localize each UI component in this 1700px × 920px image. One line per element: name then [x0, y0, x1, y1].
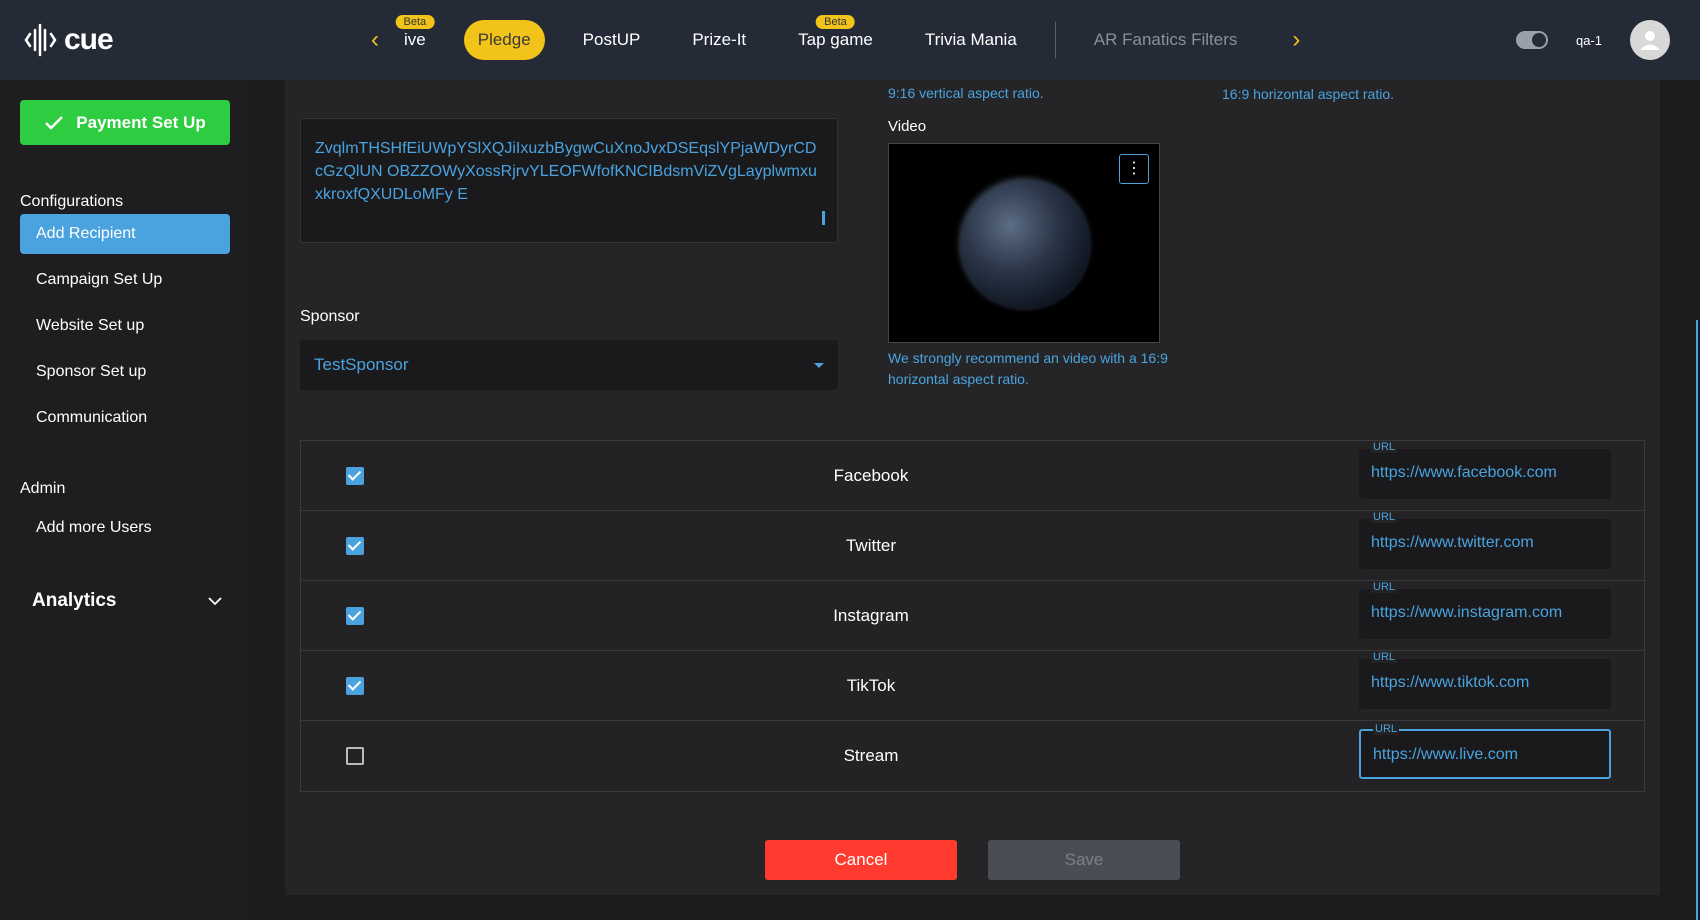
chevron-down-icon: [208, 597, 222, 605]
user-name[interactable]: qa-1: [1576, 33, 1602, 48]
nav-tab-tap-game[interactable]: Tap game Beta: [784, 15, 887, 60]
nav-tab-label: Pledge: [477, 30, 531, 49]
user-area: qa-1: [1515, 20, 1670, 60]
twitter-url-input[interactable]: URL https://www.twitter.com: [1359, 511, 1611, 569]
payment-setup-button[interactable]: Payment Set Up: [20, 100, 230, 145]
description-textarea[interactable]: ZvqlmTHSHfEiUWpYSlXQJiIxuzbBygwCuXnoJvxD…: [300, 118, 838, 243]
main-panel: ZvqlmTHSHfEiUWpYSlXQJiIxuzbBygwCuXnoJvxD…: [285, 80, 1660, 895]
nav-tab-label: AR Fanatics Filters: [1093, 30, 1238, 49]
nav-tab-label: PostUP: [582, 30, 641, 49]
cancel-button[interactable]: Cancel: [765, 840, 957, 880]
nav-tab-trivia-mania[interactable]: Trivia Mania: [911, 20, 1031, 60]
save-button[interactable]: Save: [988, 840, 1180, 880]
theme-toggle-icon[interactable]: [1515, 31, 1548, 49]
url-value: https://www.live.com: [1373, 746, 1518, 763]
sidebar-item-sponsor-set-up[interactable]: Sponsor Set up: [20, 352, 230, 392]
nav-tab-label: Trivia Mania: [924, 30, 1017, 49]
url-value: https://www.tiktok.com: [1371, 674, 1530, 691]
video-label: Video: [888, 118, 927, 135]
nav-next-arrow-icon[interactable]: ›: [1281, 26, 1311, 54]
url-value: https://www.facebook.com: [1371, 464, 1557, 481]
vertical-ratio-note: 9:16 vertical aspect ratio.: [888, 85, 1044, 101]
url-field-label: URL: [1371, 581, 1398, 593]
url-field-label: URL: [1371, 651, 1398, 663]
sponsor-select[interactable]: TestSponsor: [300, 340, 838, 390]
video-preview[interactable]: ⋮: [888, 143, 1160, 343]
url-value: https://www.twitter.com: [1371, 534, 1534, 551]
nav-divider: [1054, 22, 1056, 58]
horizontal-ratio-note: 16:9 horizontal aspect ratio.: [1222, 86, 1394, 102]
beta-badge: Beta: [395, 15, 435, 29]
sidebar-item-communication[interactable]: Communication: [20, 398, 230, 438]
social-row-facebook: Facebook URL https://www.facebook.com: [301, 441, 1644, 511]
nav-tab-label: ive: [404, 30, 426, 49]
instagram-url-input[interactable]: URL https://www.instagram.com: [1359, 581, 1611, 639]
social-links-table: Facebook URL https://www.facebook.com Twitt…: [300, 440, 1645, 792]
social-name: Twitter: [845, 536, 897, 555]
social-row-instagram: Instagram URL https://www.instagram.com: [301, 581, 1644, 651]
nav-tab-label: Prize-It: [692, 30, 747, 49]
textarea-scrollbar[interactable]: [822, 211, 825, 225]
sponsor-value: TestSponsor: [314, 355, 409, 374]
earth-thumbnail: [961, 180, 1091, 310]
facebook-url-input[interactable]: URL https://www.facebook.com: [1359, 441, 1611, 499]
sidebar-item-campaign-set-up[interactable]: Campaign Set Up: [20, 260, 230, 300]
caret-down-icon: [814, 362, 824, 368]
social-name: Stream: [843, 746, 899, 765]
analytics-label: Analytics: [32, 590, 117, 611]
cue-logo[interactable]: cue: [24, 20, 114, 60]
description-text: ZvqlmTHSHfEiUWpYSlXQJiIxuzbBygwCuXnoJvxD…: [315, 140, 817, 203]
nav-tab-pledge[interactable]: Pledge: [463, 20, 545, 60]
url-field-label: URL: [1371, 441, 1398, 453]
nav-tab-postup[interactable]: PostUP: [569, 20, 655, 60]
beta-badge: Beta: [816, 15, 855, 29]
avatar[interactable]: [1630, 20, 1670, 60]
tiktok-url-input[interactable]: URL https://www.tiktok.com: [1359, 651, 1611, 709]
game-nav: ‹ ive Beta Pledge PostUP Prize-It Tap game Bet…: [360, 15, 1311, 62]
user-icon: [1640, 31, 1660, 50]
sidebar-item-add-more-users[interactable]: Add more Users: [20, 508, 230, 548]
sidebar: Payment Set Up Configurations Add Recipi…: [0, 80, 250, 920]
social-row-twitter: Twitter URL https://www.twitter.com: [301, 511, 1644, 581]
social-row-stream: Stream URL https://www.live.com: [301, 721, 1644, 791]
logo-text: cue: [64, 23, 114, 56]
analytics-toggle[interactable]: Analytics: [32, 590, 222, 612]
social-row-tiktok: TikTok URL https://www.tiktok.com: [301, 651, 1644, 721]
sidebar-item-website-set-up[interactable]: Website Set up: [20, 306, 230, 346]
top-navbar: cue ‹ ive Beta Pledge PostUP Prize-It Tap gam…: [0, 0, 1700, 80]
payment-setup-label: Payment Set Up: [76, 112, 206, 132]
nav-tab-ive[interactable]: ive Beta: [390, 15, 440, 60]
sponsor-label: Sponsor: [300, 308, 360, 325]
more-options-icon[interactable]: ⋮: [1119, 154, 1149, 184]
sidebar-item-add-recipient[interactable]: Add Recipient: [20, 214, 230, 254]
configurations-heading: Configurations: [20, 193, 124, 210]
url-field-label: URL: [1373, 723, 1400, 735]
cue-logo-icon: [24, 23, 57, 57]
admin-heading: Admin: [20, 480, 66, 497]
nav-prev-arrow-icon[interactable]: ‹: [360, 26, 390, 54]
check-icon: [45, 115, 64, 130]
nav-tab-ar-fanatics-filters[interactable]: AR Fanatics Filters: [1080, 20, 1252, 60]
social-name: Instagram: [833, 606, 909, 625]
social-name: Facebook: [833, 466, 909, 485]
social-name: TikTok: [846, 676, 896, 695]
nav-tab-label: Tap game: [798, 30, 873, 49]
url-field-label: URL: [1371, 511, 1398, 523]
page-scrollbar[interactable]: [1696, 320, 1698, 920]
stream-url-input[interactable]: URL https://www.live.com: [1359, 723, 1611, 779]
video-ratio-note: We strongly recommend an video with a 16…: [888, 350, 1168, 387]
url-value: https://www.instagram.com: [1371, 604, 1563, 621]
nav-tab-prize-it[interactable]: Prize-It: [678, 20, 760, 60]
